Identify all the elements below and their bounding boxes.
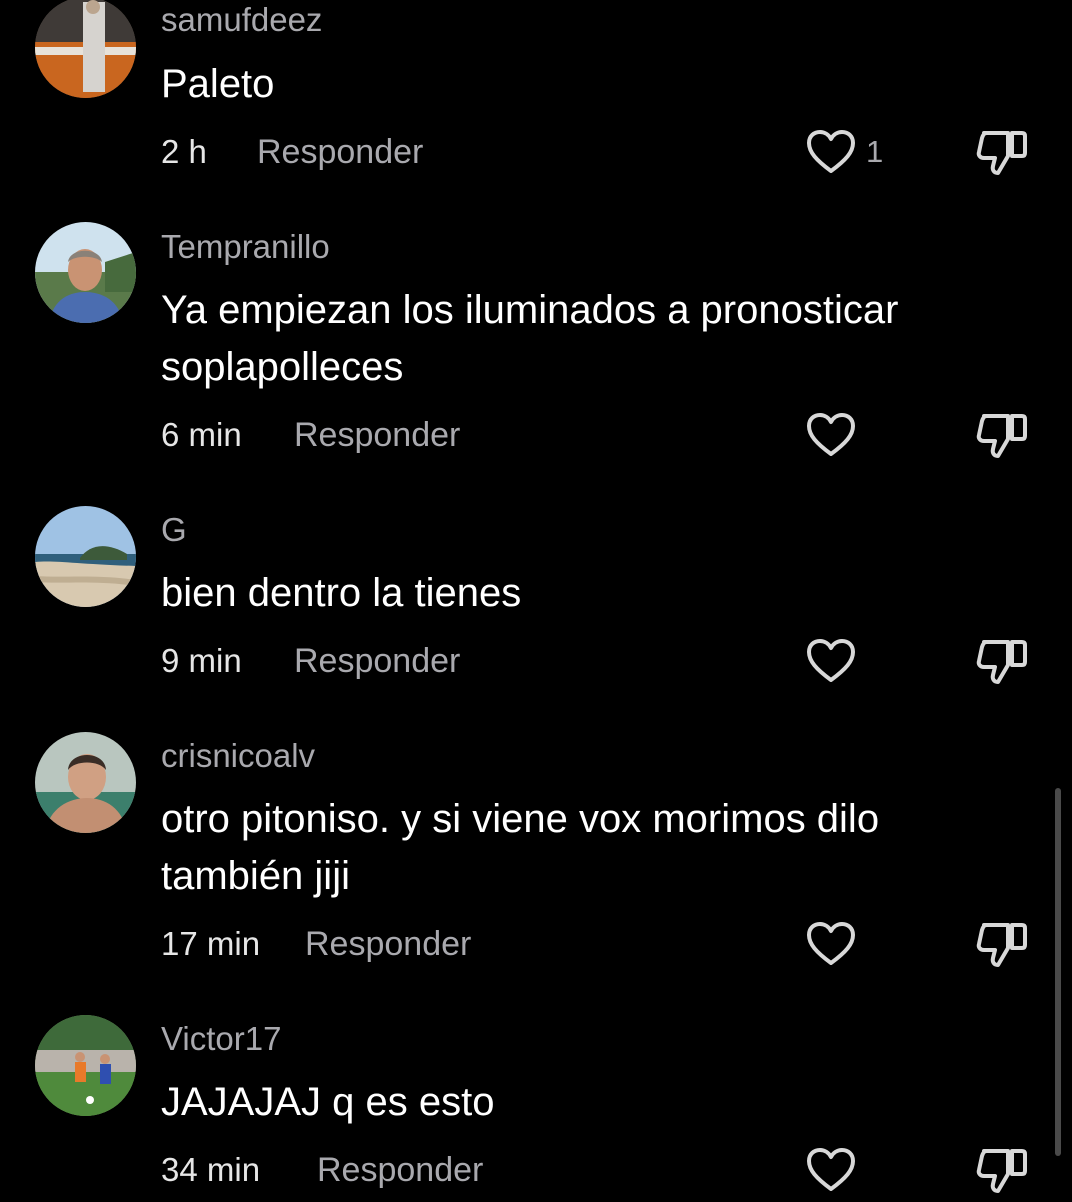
- like-button[interactable]: [806, 637, 866, 685]
- dislike-button[interactable]: [974, 1143, 1030, 1197]
- reply-button[interactable]: Responder: [317, 1151, 483, 1190]
- user-avatar-photo-man-icon: [35, 732, 136, 833]
- like-button[interactable]: [806, 411, 866, 459]
- comment-time: 6 min: [161, 416, 242, 453]
- reply-button[interactable]: Responder: [294, 642, 460, 681]
- heart-icon: [807, 1148, 855, 1191]
- heart-icon: [807, 639, 855, 682]
- heart-icon: [807, 413, 855, 456]
- like-count: 1: [866, 134, 884, 169]
- comment-text: Paleto: [161, 62, 275, 106]
- reply-button[interactable]: Responder: [305, 925, 471, 964]
- comment-username[interactable]: crisnicoalv: [161, 737, 315, 775]
- comment-username[interactable]: Tempranillo: [161, 228, 330, 266]
- comment-time: 34 min: [161, 1151, 261, 1188]
- thumbs-down-icon: [976, 414, 1027, 458]
- thumbs-down-icon: [976, 923, 1027, 967]
- reply-button[interactable]: Responder: [294, 416, 460, 455]
- heart-icon: [807, 922, 855, 965]
- dislike-button[interactable]: [974, 917, 1030, 971]
- scrollbar[interactable]: [1055, 788, 1061, 1156]
- dislike-button[interactable]: [974, 634, 1030, 688]
- user-avatar-photo-man-icon: [35, 222, 136, 323]
- comment-text: JAJAJAJ q es esto: [161, 1080, 495, 1124]
- avatar[interactable]: [35, 222, 136, 323]
- avatar[interactable]: [35, 732, 136, 833]
- comment-username[interactable]: G: [161, 511, 187, 549]
- like-button[interactable]: 1: [806, 128, 883, 176]
- comment-text: bien dentro la tienes: [161, 571, 522, 615]
- thumbs-down-icon: [976, 1149, 1027, 1193]
- reply-button[interactable]: Responder: [257, 133, 423, 172]
- comment-username[interactable]: samufdeez: [161, 1, 322, 39]
- comment-text: otro pitoniso. y si viene vox morimos di…: [161, 797, 880, 898]
- comment-time: 9 min: [161, 642, 242, 679]
- dislike-button[interactable]: [974, 408, 1030, 462]
- comment-time: 2 h: [161, 133, 207, 170]
- comment-text: Ya empiezan los iluminados a pronosticar…: [161, 288, 899, 389]
- avatar[interactable]: [35, 1015, 136, 1116]
- avatar[interactable]: [35, 506, 136, 607]
- avatar[interactable]: [35, 0, 136, 98]
- user-avatar-photo-room-icon: [35, 0, 136, 98]
- comment-time: 17 min: [161, 925, 261, 962]
- heart-icon: [807, 130, 855, 173]
- comment-username[interactable]: Victor17: [161, 1020, 281, 1058]
- user-avatar-photo-beach-icon: [35, 506, 136, 607]
- user-avatar-photo-football-icon: [35, 1015, 136, 1116]
- dislike-button[interactable]: [974, 125, 1030, 179]
- thumbs-down-icon: [976, 640, 1027, 684]
- like-button[interactable]: [806, 920, 866, 968]
- thumbs-down-icon: [976, 131, 1027, 175]
- like-button[interactable]: [806, 1146, 866, 1194]
